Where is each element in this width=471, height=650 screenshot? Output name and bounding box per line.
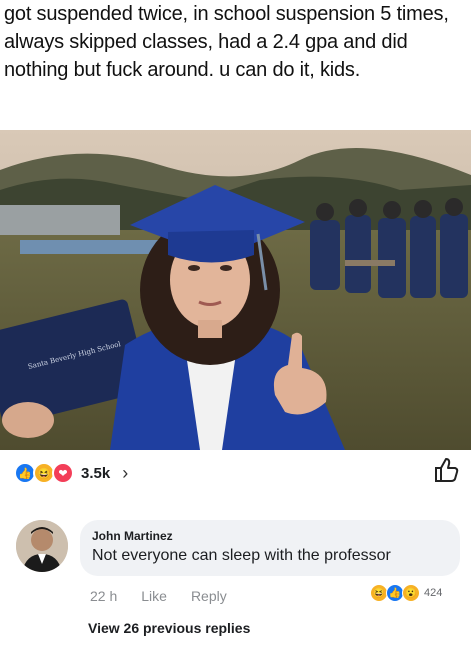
avatar-photo: [16, 520, 68, 572]
comment-bubble[interactable]: John Martinez Not everyone can sleep wit…: [80, 520, 460, 576]
post-reactions[interactable]: 👍 😆 ❤ 3.5k ›: [14, 462, 128, 484]
view-previous-replies[interactable]: View 26 previous replies: [88, 620, 250, 636]
wow-icon: 😮: [402, 584, 420, 602]
comment-text: Not everyone can sleep with the professo…: [92, 547, 391, 564]
love-icon: ❤: [52, 462, 74, 484]
comment-author[interactable]: John Martinez: [92, 529, 173, 543]
comment-meta: 22 h Like Reply: [90, 588, 227, 604]
post-caption: got suspended twice, in school suspensio…: [4, 3, 449, 81]
comment-time: 22 h: [90, 588, 118, 604]
chevron-right-icon[interactable]: ›: [122, 463, 128, 484]
post-photo[interactable]: Santa Beverly High School: [0, 130, 471, 450]
reaction-count: 3.5k: [81, 464, 111, 482]
commenter-avatar[interactable]: [16, 520, 68, 572]
comment-reaction-count: 424: [424, 587, 443, 599]
thumbs-up-outline-icon: [435, 458, 459, 482]
graduation-photo: Santa Beverly High School: [0, 130, 471, 450]
comment-reply-link[interactable]: Reply: [191, 588, 227, 604]
comment-like-link[interactable]: Like: [141, 588, 167, 604]
comment-reactions[interactable]: 😆 👍 😮 424: [370, 584, 442, 602]
like-button[interactable]: [432, 456, 460, 484]
